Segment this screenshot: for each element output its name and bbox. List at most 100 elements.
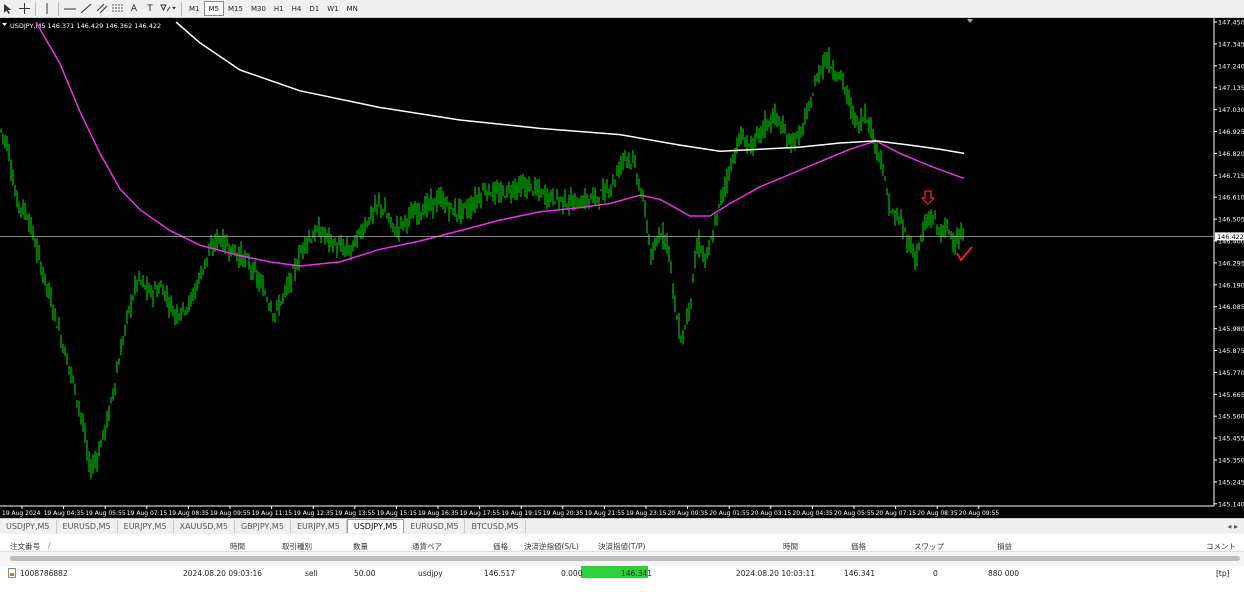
header-order-no[interactable]: 注文番号 [10,541,40,552]
timeframe-w1[interactable]: W1 [323,1,342,16]
price-label: 146.505 [1218,216,1244,224]
header-sl[interactable]: 決済逆指値(S/L) [524,541,579,552]
cursor-arrow-icon[interactable] [0,1,16,17]
timeframe-d1[interactable]: D1 [305,1,323,16]
header-volume[interactable]: 数量 [353,541,368,552]
time-label: 19 Aug 23:15 [626,510,667,517]
price-label: 145.875 [1218,347,1244,355]
price-label: 147.240 [1218,62,1244,70]
header-tp[interactable]: 決済指値(T/P) [598,541,645,552]
timeframe-m5[interactable]: M5 [203,1,224,16]
text-label-icon[interactable]: T [142,1,158,17]
time-label: 19 Aug 15:15 [376,510,417,517]
time-label: 19 Aug 16:35 [418,510,459,517]
timeframe-m15[interactable]: M15 [224,1,247,16]
price-label: 147.345 [1218,40,1244,48]
trend-line-icon[interactable] [78,1,94,17]
channel-icon[interactable] [94,1,110,17]
time-label: 19 Aug 20:35 [543,510,584,517]
header-time[interactable]: 時間 [230,541,245,552]
time-label: 20 Aug 04:35 [792,510,833,517]
shapes-dropdown-icon[interactable] [158,1,178,17]
row-tp: 146.341 [621,569,653,578]
header-profit[interactable]: 損益 [997,541,1012,552]
time-label: 20 Aug 05:55 [834,510,875,517]
price-label: 145.245 [1218,478,1244,486]
symbol-tab[interactable]: EURJPY,M5 [118,520,174,533]
symbol-tab[interactable]: EURJPY,M5 [291,520,347,533]
timeframe-h4[interactable]: H4 [288,1,306,16]
symbol-tab[interactable]: EURUSD,M5 [57,520,118,533]
price-label: 146.610 [1218,194,1244,202]
time-label: 19 Aug 12:35 [293,510,334,517]
chart-canvas[interactable]: 147.450 147.345 147.240 147.135 147.030 146.9… [0,18,1244,518]
history-header-row: 注文番号 / 時間 取引種別 数量 通貨ペア 価格 決済逆指値(S/L) 決済指… [0,538,1244,552]
fibonacci-icon[interactable] [110,1,126,17]
shift-marker-icon [967,19,973,23]
time-label: 19 Aug 05:55 [85,510,126,517]
header-swap[interactable]: スワップ [914,541,944,552]
time-label: 20 Aug 01:55 [709,510,750,517]
time-label: 19 Aug 09:55 [210,510,251,517]
price-label: 145.560 [1218,413,1244,421]
time-label: 19 Aug 07:15 [127,510,168,517]
row-volume: 50.00 [354,569,376,578]
header-price[interactable]: 価格 [493,541,508,552]
price-label: 145.770 [1218,369,1244,377]
header-close-time[interactable]: 時間 [783,541,798,552]
timeframe-h1[interactable]: H1 [270,1,288,16]
timeframe-mn[interactable]: MN [343,1,362,16]
row-profit: 880 000 [988,569,1020,578]
header-pair[interactable]: 通貨ペア [412,541,442,552]
time-label: 19 Aug 2024 [2,510,41,517]
history-row[interactable]: 1008786882 2024.08.20 09:03:16 sell 50.0… [0,566,1244,580]
tab-scroll-arrows-icon[interactable]: ◂ ▸ [1221,522,1244,533]
timeframe-m1[interactable]: M1 [185,1,204,16]
time-label: 20 Aug 09:55 [959,510,1000,517]
vertical-line-icon[interactable] [39,1,55,17]
time-label: 19 Aug 11:15 [252,510,293,517]
price-label: 146.295 [1218,259,1244,267]
crosshair-icon[interactable] [16,1,32,17]
symbol-tab[interactable]: EURUSD,M5 [404,520,466,533]
time-label: 19 Aug 19:15 [501,510,542,517]
header-comment[interactable]: コメント [1206,541,1236,552]
time-label: 19 Aug 04:35 [44,510,85,517]
time-label: 19 Aug 17:55 [460,510,501,517]
toolbar-divider [35,1,36,16]
horizontal-line-icon[interactable] [62,1,78,17]
symbol-tab[interactable]: GBPJPY,M5 [235,520,291,533]
price-label: 145.665 [1218,391,1244,399]
price-chart[interactable]: 147.450 147.345 147.240 147.135 147.030 146.9… [0,18,1244,518]
symbol-tab[interactable]: BTCUSD,M5 [465,520,526,533]
time-label: 19 Aug 13:55 [335,510,376,517]
price-label: 145.140 [1218,500,1244,508]
price-label: 146.715 [1218,172,1244,180]
symbol-tabs: USDJPY,M5 EURUSD,M5 EURJPY,M5 XAUUSD,M5 GBPJ… [0,518,1244,533]
row-order-no: 1008786882 [20,569,68,578]
header-close-price[interactable]: 価格 [851,541,866,552]
toolbar-divider [58,1,59,16]
symbol-tab[interactable]: USDJPY,M5 [0,520,57,533]
trade-history-panel: 注文番号 / 時間 取引種別 数量 通貨ペア 価格 決済逆指値(S/L) 決済指… [0,534,1244,592]
time-label: 19 Aug 21:55 [584,510,625,517]
header-type[interactable]: 取引種別 [282,541,312,552]
horizontal-scrollbar[interactable] [10,556,1240,561]
time-label: 20 Aug 08:35 [917,510,958,517]
time-label: 20 Aug 03:15 [751,510,792,517]
text-tool-icon[interactable]: A [126,1,142,17]
price-label: 146.190 [1218,281,1244,289]
row-pair: usdjpy [418,569,443,578]
symbol-tab[interactable]: USDJPY,M5 [346,519,405,533]
price-label: 145.455 [1218,435,1244,443]
price-label: 146.925 [1218,128,1244,136]
timeframe-m30[interactable]: M30 [247,1,270,16]
current-price-label: 146.422 [1217,233,1244,241]
symbol-tab[interactable]: XAUUSD,M5 [174,520,235,533]
row-comment: [tp] [1216,569,1230,578]
price-label: 146.820 [1218,150,1244,158]
price-label: 147.450 [1218,19,1244,27]
chart-header-label: USDJPY,M5 146.371 146.429 146.362 146.42… [10,22,161,30]
time-label: 20 Aug 07:15 [876,510,917,517]
row-close-price: 146.341 [844,569,876,578]
